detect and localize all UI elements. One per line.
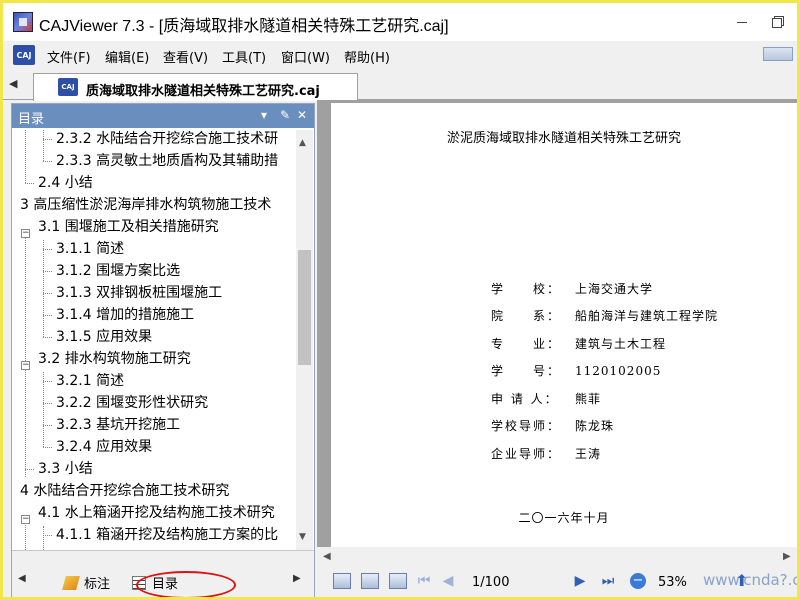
- info-value: 陈龙珠: [575, 419, 615, 433]
- menu-file[interactable]: 文件(F): [47, 47, 91, 66]
- menu-help[interactable]: 帮助(H): [344, 47, 390, 66]
- toc-item[interactable]: 2.3.3 高灵敏土地质盾构及其辅助措: [12, 150, 296, 172]
- info-value: 王涛: [575, 447, 602, 461]
- toc-item[interactable]: 3 高压缩性淤泥海岸排水构筑物施工技术: [12, 194, 296, 216]
- info-value: 上海交通大学: [575, 282, 654, 296]
- document-page: 淤泥质海域取排水隧道相关特殊工艺研究 学 校： 上海交通大学 院 系： 船舶海洋…: [331, 103, 797, 572]
- toc-item[interactable]: 2.4 小结: [12, 172, 296, 194]
- pin-icon[interactable]: ✎: [280, 108, 290, 122]
- zoom-out-icon[interactable]: −: [630, 573, 646, 589]
- toc-item[interactable]: 3.3 小结: [12, 458, 296, 480]
- page-navigation-bar: ⏮ ◀ 1/100 ▶ ⏭ − 53% www.cnda?.com ⬆: [317, 567, 797, 597]
- menu-edit[interactable]: 编辑(E): [105, 47, 149, 66]
- info-label: 学 校：: [491, 282, 562, 296]
- toc-item[interactable]: 4.1.1 箱涵开挖及结构施工方案的比: [12, 524, 296, 546]
- first-page-icon[interactable]: ⏮: [415, 573, 433, 589]
- single-page-view-icon[interactable]: [333, 573, 351, 589]
- menu-window[interactable]: 窗口(W): [281, 47, 330, 66]
- thesis-title: 淤泥质海域取排水隧道相关特殊工艺研究: [446, 131, 681, 146]
- toc-vertical-scrollbar[interactable]: ▲ ▼: [296, 130, 313, 550]
- page-counter-highlight-circle: [136, 571, 236, 597]
- menu-view[interactable]: 查看(V): [163, 47, 208, 66]
- app-window: CAJViewer 7.3 - [质海域取排水隧道相关特殊工艺研究.caj] C…: [3, 3, 797, 597]
- toc-panel: 目录 ▾ ✎ ✕ − − − 2.3.2 水陆结合开挖综合施工技术研 2.3.3…: [11, 103, 315, 597]
- previous-page-icon[interactable]: ◀: [439, 573, 457, 589]
- info-value: 建筑与土木工程: [575, 337, 667, 351]
- toc-item[interactable]: 2.3.2 水陆结合开挖综合施工技术研: [12, 130, 296, 150]
- restore-icon: [772, 16, 784, 28]
- toc-item[interactable]: 3.1.5 应用效果: [12, 326, 296, 348]
- panel-tab-right-icon[interactable]: ▶: [293, 573, 301, 584]
- toc-panel-title: 目录: [18, 112, 45, 127]
- page-number-input[interactable]: 1/100: [472, 575, 509, 590]
- info-value: 船舶海洋与建筑工程学院: [575, 309, 719, 323]
- toc-item[interactable]: 3.2.4 应用效果: [12, 436, 296, 458]
- tab-document[interactable]: CAJ 质海域取排水隧道相关特殊工艺研究.caj: [33, 73, 358, 101]
- info-value: 1120102005: [575, 364, 662, 378]
- restore-button[interactable]: [755, 3, 797, 41]
- tab-scroll-left-icon[interactable]: ◀: [9, 77, 17, 90]
- toc-item[interactable]: 4.1 水上箱涵开挖及结构施工技术研究: [12, 502, 296, 524]
- tab-annotations[interactable]: 标注: [62, 573, 111, 592]
- document-viewport[interactable]: 淤泥质海域取排水隧道相关特殊工艺研究 学 校： 上海交通大学 院 系： 船舶海洋…: [317, 100, 797, 572]
- info-value: 熊菲: [575, 392, 602, 406]
- panel-dropdown-icon[interactable]: ▾: [261, 108, 267, 122]
- toc-tree: − − − 2.3.2 水陆结合开挖综合施工技术研 2.3.3 高灵敏土地质盾构…: [12, 130, 296, 550]
- next-page-icon[interactable]: ▶: [571, 573, 589, 589]
- watermark: www.cnda?.com: [703, 571, 797, 589]
- info-label: 企业导师：: [491, 447, 562, 461]
- toc-panel-header: 目录 ▾ ✎ ✕: [12, 104, 314, 128]
- toc-item[interactable]: 3.2.2 围堰变形性状研究: [12, 392, 296, 414]
- cajviewer-app-icon[interactable]: [13, 12, 33, 32]
- scroll-right-icon[interactable]: ▶: [783, 551, 791, 562]
- window-title: CAJViewer 7.3 - [质海域取排水隧道相关特殊工艺研究.caj]: [39, 18, 449, 35]
- document-horizontal-scrollbar[interactable]: ◀ ▶: [317, 547, 797, 567]
- caj-file-icon: CAJ: [58, 78, 78, 96]
- info-label: 专 业：: [491, 337, 562, 351]
- scroll-down-icon[interactable]: ▼: [299, 532, 306, 542]
- toc-item[interactable]: 3.1.3 双排钢板桩围堰施工: [12, 282, 296, 304]
- scroll-thumb[interactable]: [298, 250, 311, 365]
- menu-tools[interactable]: 工具(T): [222, 47, 266, 66]
- scroll-up-icon[interactable]: ▲: [299, 138, 306, 148]
- toc-item[interactable]: 3.2.3 基坑开挖施工: [12, 414, 296, 436]
- info-label: 学 号：: [491, 364, 562, 378]
- panel-tab-left-icon[interactable]: ◀: [18, 573, 26, 584]
- toc-item[interactable]: 3.1.4 增加的措施施工: [12, 304, 296, 326]
- toc-item[interactable]: 3.2.1 简述: [12, 370, 296, 392]
- close-icon[interactable]: ✕: [297, 108, 307, 122]
- tab-document-label: 质海域取排水隧道相关特殊工艺研究.caj: [86, 84, 320, 99]
- toc-item[interactable]: 3.1.2 围堰方案比选: [12, 260, 296, 282]
- toc-item[interactable]: 3.2 排水构筑物施工研究: [12, 348, 296, 370]
- document-menu-icon[interactable]: CAJ: [13, 45, 35, 65]
- document-tab-bar: ◀ CAJ 质海域取排水隧道相关特殊工艺研究.caj: [3, 70, 797, 101]
- pencil-icon: [62, 576, 80, 590]
- zoom-level[interactable]: 53%: [658, 575, 687, 590]
- info-label: 学校导师：: [491, 419, 562, 433]
- scroll-left-icon[interactable]: ◀: [323, 551, 331, 562]
- continuous-view-icon[interactable]: [361, 573, 379, 589]
- facing-pages-view-icon[interactable]: [389, 573, 407, 589]
- toc-item[interactable]: 3.1 围堰施工及相关措施研究: [12, 216, 296, 238]
- toc-item[interactable]: 4 水陆结合开挖综合施工技术研究: [12, 480, 296, 502]
- toc-item[interactable]: 3.1.1 简述: [12, 238, 296, 260]
- title-bar: CAJViewer 7.3 - [质海域取排水隧道相关特殊工艺研究.caj]: [3, 3, 797, 41]
- menu-bar: CAJ 文件(F) 编辑(E) 查看(V) 工具(T) 窗口(W) 帮助(H): [3, 41, 797, 70]
- tab-annotations-label: 标注: [84, 577, 111, 592]
- thesis-date: 二〇一六年十月: [518, 511, 610, 525]
- toolbar-toggle-button[interactable]: [763, 47, 793, 61]
- info-label: 申 请 人：: [491, 392, 559, 406]
- scroll-top-icon[interactable]: ⬆: [735, 571, 748, 590]
- info-label: 院 系：: [491, 309, 562, 323]
- last-page-icon[interactable]: ⏭: [599, 573, 617, 589]
